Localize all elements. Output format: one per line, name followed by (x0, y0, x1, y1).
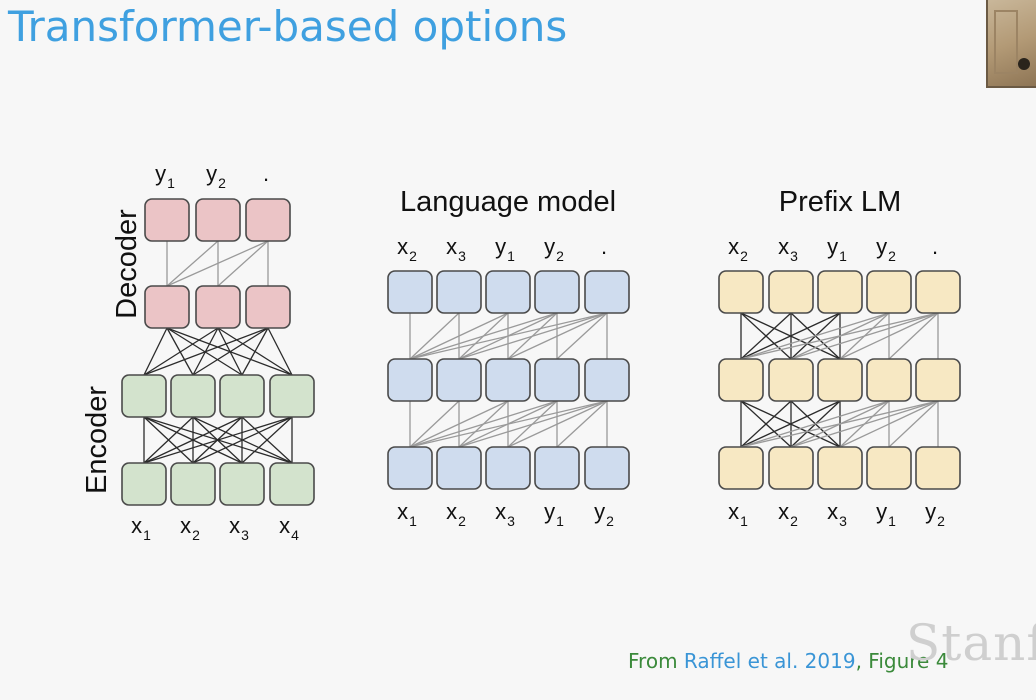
architecture-diagrams: Language model Prefix LM Decoder Encoder… (81, 161, 961, 543)
language-model-output-token: y1 (495, 234, 515, 264)
language-model-edge (409, 400, 460, 448)
language-model-output-token: . (601, 234, 607, 259)
language-model-edge (556, 312, 608, 360)
prefix-lm-output-token: y1 (827, 234, 847, 264)
language-model-input-token: y2 (594, 499, 614, 529)
encoder-node (219, 462, 265, 506)
prefix-lm-input-token: y1 (876, 499, 896, 529)
language-model-input-token: x1 (397, 499, 417, 529)
encoder-node (121, 462, 167, 506)
language-model-node (534, 446, 580, 490)
language-model-node (387, 446, 433, 490)
encoder-node (269, 374, 315, 418)
decoder-node (245, 285, 291, 329)
stanford-watermark: Stanfo (906, 614, 1036, 672)
language-model-node (584, 446, 630, 490)
prefix-lm-node (768, 358, 814, 402)
decoder-node (195, 198, 241, 242)
prefix-lm-node (915, 446, 961, 490)
prefix-lm-node (768, 270, 814, 314)
prefix-lm-node (866, 446, 912, 490)
decoder-output-token: . (263, 161, 269, 186)
prefix-lm-node (866, 270, 912, 314)
prefix-lm-input-token: x3 (827, 499, 847, 529)
prefix-lm-output-token: . (932, 234, 938, 259)
language-model-output-token: y2 (544, 234, 564, 264)
prefix-lm-output-token: x2 (728, 234, 748, 264)
encoder-node (121, 374, 167, 418)
prefix-lm-input-token: x1 (728, 499, 748, 529)
language-model-output-token: x2 (397, 234, 417, 264)
encoder-node (170, 462, 216, 506)
decoder-output-token: y1 (155, 161, 175, 191)
prefix-lm-input-token: y2 (925, 499, 945, 529)
prefix-lm-node (718, 358, 764, 402)
language-model-node (387, 270, 433, 314)
decoder-label: Decoder (111, 209, 143, 319)
language-model-node (387, 358, 433, 402)
language-model-input-token: x3 (495, 499, 515, 529)
decoder-node (245, 198, 291, 242)
prefix-lm-node (866, 358, 912, 402)
citation-prefix: From (628, 649, 684, 673)
language-model-output-token: x3 (446, 234, 466, 264)
prefix-lm-output-token: x3 (778, 234, 798, 264)
prefix-lm-edge (888, 312, 939, 360)
prefix-lm-node (915, 270, 961, 314)
cross-attention-edge (241, 327, 269, 376)
language-model-node (584, 270, 630, 314)
decoder-node (195, 285, 241, 329)
encoder-label: Encoder (81, 386, 113, 494)
prefix-lm-node (817, 270, 863, 314)
language-model-input-token: y1 (544, 499, 564, 529)
encoder-node (269, 462, 315, 506)
encoder-node (219, 374, 265, 418)
decoder-causal-edge (166, 240, 219, 287)
prefix-lm-title: Prefix LM (779, 186, 901, 218)
language-model-node (436, 358, 482, 402)
language-model-node (485, 270, 531, 314)
decoder-node (144, 285, 190, 329)
prefix-lm-node (817, 446, 863, 490)
prefix-lm-node (718, 270, 764, 314)
encoder-input-token: x1 (131, 513, 151, 543)
prefix-lm-node (768, 446, 814, 490)
prefix-lm-edge (888, 400, 939, 448)
encoder-input-token: x4 (279, 513, 299, 543)
language-model-node (584, 358, 630, 402)
prefix-lm-output-token: y2 (876, 234, 896, 264)
prefix-lm-node (915, 358, 961, 402)
encoder-node (170, 374, 216, 418)
language-model-edge (409, 312, 460, 360)
language-model-node (436, 446, 482, 490)
decoder-output-token: y2 (206, 161, 226, 191)
language-model-node (534, 270, 580, 314)
decoder-node (144, 198, 190, 242)
citation: From Raffel et al. 2019, Figure 4 (628, 649, 948, 673)
language-model-title: Language model (400, 186, 616, 218)
prefix-lm-input-token: x2 (778, 499, 798, 529)
language-model-node (534, 358, 580, 402)
encoder-input-token: x3 (229, 513, 249, 543)
language-model-edge (556, 400, 608, 448)
prefix-lm-node (817, 358, 863, 402)
decoder-causal-edge (217, 240, 269, 287)
language-model-node (485, 446, 531, 490)
encoder-input-token: x2 (180, 513, 200, 543)
prefix-lm-node (718, 446, 764, 490)
language-model-node (436, 270, 482, 314)
citation-link[interactable]: Raffel et al. 2019 (684, 649, 856, 673)
language-model-node (485, 358, 531, 402)
language-model-input-token: x2 (446, 499, 466, 529)
citation-separator: , (855, 649, 869, 673)
